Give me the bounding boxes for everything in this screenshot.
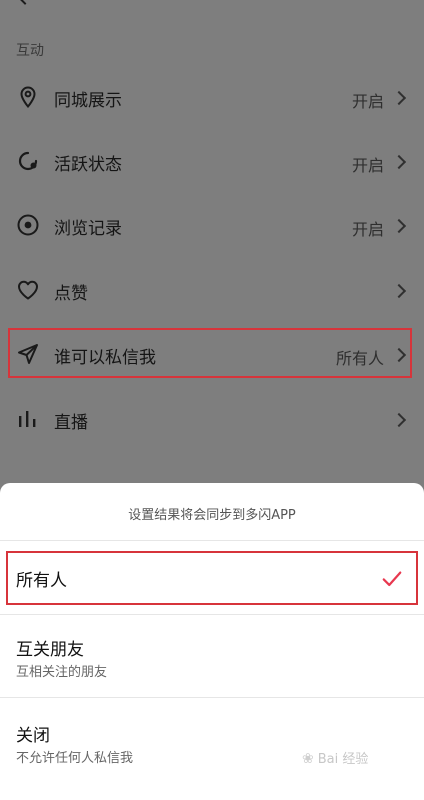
row-value: 开启 (351, 156, 384, 175)
row-label: 同城展示 (54, 91, 122, 111)
row-label: 直播 (54, 413, 88, 433)
highlight-box (8, 328, 412, 378)
option-title: 所有人 (16, 571, 67, 591)
option-subtitle: 互相关注的朋友 (16, 665, 108, 680)
row-likes[interactable]: 点赞 (0, 258, 424, 322)
chevron-right-icon (391, 154, 407, 170)
eye-icon (16, 213, 40, 237)
bar-chart-icon (16, 407, 40, 431)
back-icon[interactable] (15, 0, 35, 5)
chevron-right-icon (391, 218, 407, 234)
row-value: 开启 (351, 92, 384, 111)
chevron-right-icon (391, 90, 407, 106)
location-pin-icon (16, 85, 40, 109)
sheet-note: 设置结果将会同步到多闪APP (128, 508, 296, 523)
chevron-right-icon (391, 283, 407, 299)
row-label: 活跃状态 (54, 155, 122, 175)
header-fragment (0, 0, 424, 8)
divider (0, 540, 424, 541)
chevron-right-icon (391, 412, 407, 428)
activity-status-icon (16, 149, 40, 173)
row-label: 点赞 (54, 284, 88, 304)
heart-icon (16, 278, 40, 302)
row-city-display[interactable]: 同城展示 开启 (0, 65, 424, 129)
watermark: ❀ Bai 经验 (302, 748, 368, 767)
row-browse-history[interactable]: 浏览记录 开启 (0, 193, 424, 257)
section-label: 互动 (16, 43, 44, 59)
paw-icon: ❀ (302, 751, 314, 767)
watermark-text: Bai 经验 (317, 752, 369, 767)
option-subtitle: 不允许任何人私信我 (16, 751, 134, 766)
option-title: 互关朋友 (16, 640, 84, 660)
row-value: 开启 (351, 220, 384, 239)
checkmark-icon (382, 571, 402, 587)
option-title: 关闭 (16, 726, 50, 746)
row-label: 浏览记录 (54, 219, 122, 239)
row-active-status[interactable]: 活跃状态 开启 (0, 129, 424, 193)
option-off[interactable] (0, 698, 424, 788)
option-everyone[interactable] (6, 551, 418, 605)
row-live[interactable]: 直播 (0, 387, 424, 451)
